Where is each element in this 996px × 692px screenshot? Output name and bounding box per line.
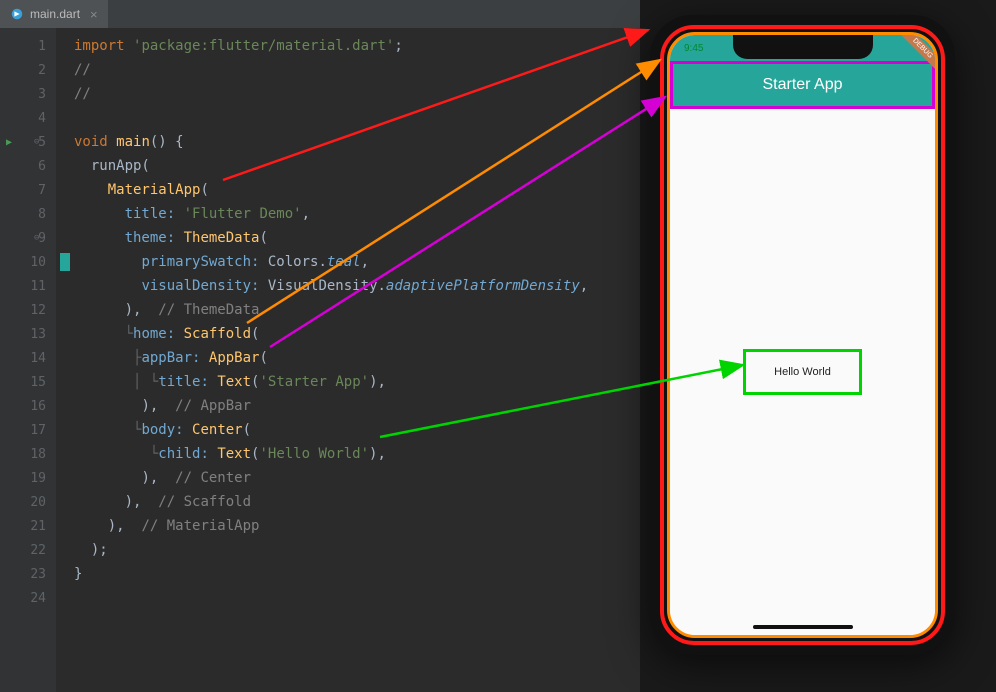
status-time: 9:45: [684, 43, 703, 54]
line-number: 22: [30, 543, 46, 558]
code-line: //: [74, 58, 640, 82]
code-line: MaterialApp(: [74, 178, 640, 202]
line-number: 20: [30, 495, 46, 510]
code-line: └body: Center(: [74, 418, 640, 442]
code-line: ├appBar: AppBar(: [74, 346, 640, 370]
line-number: 16: [30, 399, 46, 414]
code-editor: main.dart × 1 2 3 4 ▶⊖5 6 7 8 ⊖9 10 11 1…: [0, 0, 640, 692]
color-marker: [60, 253, 70, 271]
line-number: 19: [30, 471, 46, 486]
line-number: 11: [30, 279, 46, 294]
tab-filename: main.dart: [30, 7, 80, 21]
line-number: 18: [30, 447, 46, 462]
home-indicator: [753, 625, 853, 629]
code-line: void main() {: [74, 130, 640, 154]
code-line: import 'package:flutter/material.dart';: [74, 34, 640, 58]
line-number: 24: [30, 591, 46, 606]
code-line: runApp(: [74, 154, 640, 178]
file-tab[interactable]: main.dart ×: [0, 0, 108, 28]
gutter: 1 2 3 4 ▶⊖5 6 7 8 ⊖9 10 11 12 13 14 15 1…: [0, 28, 56, 692]
line-number: 17: [30, 423, 46, 438]
run-icon[interactable]: ▶: [6, 137, 12, 148]
line-number: 13: [30, 327, 46, 342]
line-number: 14: [30, 351, 46, 366]
code-line: ), // AppBar: [74, 394, 640, 418]
close-icon[interactable]: ×: [90, 7, 98, 22]
fold-icon[interactable]: ⊖: [34, 233, 39, 243]
phone-shell: DEBUG 9:45 Starter App Hello World: [650, 15, 955, 655]
code-line: ), // MaterialApp: [74, 514, 640, 538]
phone-simulator: DEBUG 9:45 Starter App Hello World: [650, 15, 955, 655]
code-line: primarySwatch: Colors.teal,: [74, 250, 640, 274]
code-line: title: 'Flutter Demo',: [74, 202, 640, 226]
line-number: 8: [38, 207, 46, 222]
line-number: 7: [38, 183, 46, 198]
dart-file-icon: [10, 7, 24, 21]
line-number: 4: [38, 111, 46, 126]
code-line: ), // ThemeData: [74, 298, 640, 322]
code-line: │ └title: Text('Starter App'),: [74, 370, 640, 394]
code-area[interactable]: 1 2 3 4 ▶⊖5 6 7 8 ⊖9 10 11 12 13 14 15 1…: [0, 28, 640, 692]
code-line: [74, 106, 640, 130]
code-line: theme: ThemeData(: [74, 226, 640, 250]
line-number: 15: [30, 375, 46, 390]
code-line: visualDensity: VisualDensity.adaptivePla…: [74, 274, 640, 298]
code-line: );: [74, 538, 640, 562]
code-line: //: [74, 82, 640, 106]
tab-bar: main.dart ×: [0, 0, 640, 28]
body-text: Hello World: [774, 366, 831, 378]
annotation-materialapp-border: DEBUG 9:45 Starter App Hello World: [660, 25, 945, 645]
line-number: 1: [38, 39, 46, 54]
fold-icon[interactable]: ⊖: [34, 137, 39, 147]
scaffold-body: Hello World: [670, 109, 935, 635]
line-number: 10: [30, 255, 46, 270]
code-line: ), // Scaffold: [74, 490, 640, 514]
line-number: 3: [38, 87, 46, 102]
line-number: 23: [30, 567, 46, 582]
line-number: 12: [30, 303, 46, 318]
line-number: 21: [30, 519, 46, 534]
code-content[interactable]: import 'package:flutter/material.dart'; …: [56, 28, 640, 692]
line-number: 6: [38, 159, 46, 174]
code-line: ), // Center: [74, 466, 640, 490]
phone-notch: [733, 35, 873, 59]
code-line: └home: Scaffold(: [74, 322, 640, 346]
line-number: 2: [38, 63, 46, 78]
appbar-title: Starter App: [762, 76, 842, 94]
annotation-scaffold-border: DEBUG 9:45 Starter App Hello World: [667, 32, 938, 638]
code-line: }: [74, 562, 640, 586]
annotation-text-border: Hello World: [743, 349, 862, 395]
app-bar: Starter App: [670, 61, 935, 109]
code-line: └child: Text('Hello World'),: [74, 442, 640, 466]
